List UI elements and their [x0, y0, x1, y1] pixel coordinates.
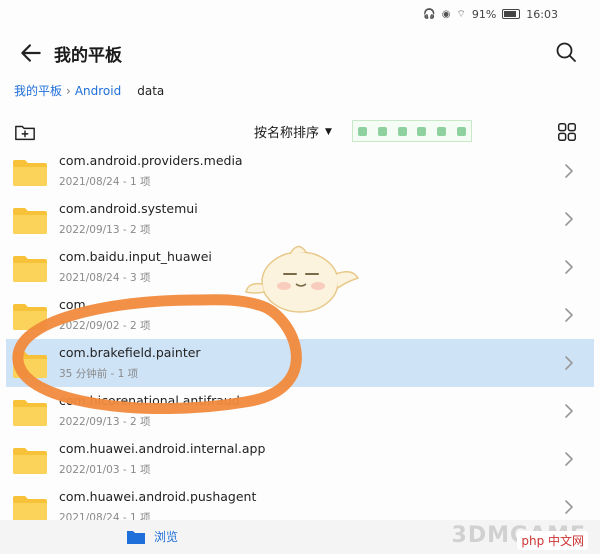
mini-tool-icon[interactable]: [397, 126, 407, 136]
chevron-right-icon: [565, 404, 573, 418]
folder-icon: [13, 208, 47, 234]
file-name: com.brakefield.painter: [59, 345, 201, 360]
battery-icon: [502, 9, 521, 19]
file-meta: 2022/09/13 - 2 项: [59, 416, 151, 428]
file-meta: 2022/09/02 - 2 项: [59, 320, 151, 332]
folder-icon: [127, 530, 145, 544]
mini-tool-icon[interactable]: [417, 126, 427, 136]
file-row[interactable]: com.android.providers.media 2021/08/24 - …: [0, 147, 600, 195]
mascot-illustration: [245, 245, 360, 313]
page-title: 我的平板: [54, 46, 122, 66]
file-name: com.huawei.android.internal.app: [59, 441, 266, 456]
wifi-icon: ⌔: [456, 8, 466, 20]
chevron-right-icon: [565, 452, 573, 466]
mini-tool-icon[interactable]: [377, 126, 387, 136]
app-header: 我的平板: [0, 36, 600, 70]
battery-percent: 91%: [471, 7, 497, 21]
clock: 16:03: [526, 7, 558, 21]
folder-icon: [13, 256, 47, 282]
breadcrumb-current: data: [137, 83, 165, 98]
chevron-right-icon: [565, 260, 573, 274]
folder-icon: [13, 496, 47, 522]
breadcrumb: 我的平板 › Android data: [14, 82, 164, 99]
file-name: com.baidu.input_huawei: [59, 249, 212, 264]
search-icon[interactable]: [554, 40, 578, 64]
chevron-right-icon: [565, 212, 573, 226]
new-folder-icon[interactable]: [14, 121, 36, 143]
file-name: com.hicorenational.antifraud: [59, 393, 240, 408]
file-name: com.android.providers.media: [59, 153, 243, 168]
sort-label: 按名称排序: [254, 126, 320, 141]
caret-down-icon: ▼: [325, 126, 332, 137]
file-meta: 2021/08/24 - 3 项: [59, 272, 151, 284]
file-name: com.huawei.android.pushagent: [59, 489, 257, 504]
site-watermark-secondary: php 中文网: [517, 531, 588, 550]
file-row[interactable]: com.huawei.android.internal.app 2022/01/0…: [0, 435, 600, 483]
folder-icon: [13, 160, 47, 186]
chevron-right-icon: [565, 164, 573, 178]
file-meta: 2022/09/13 - 2 项: [59, 224, 151, 236]
breadcrumb-separator-icon: ›: [66, 83, 71, 98]
folder-icon: [13, 352, 47, 378]
grid-view-icon[interactable]: [556, 121, 578, 143]
floating-mini-toolbar: [352, 120, 472, 142]
folder-icon: [13, 400, 47, 426]
chevron-right-icon: [565, 356, 573, 370]
file-row[interactable]: com.brakefield.painter 35 分钟前 - 1 项: [6, 339, 594, 387]
file-name: com.android.systemui: [59, 201, 198, 216]
file-list: com.android.providers.media 2021/08/24 - …: [0, 147, 600, 531]
breadcrumb-android[interactable]: Android: [75, 84, 121, 98]
chevron-right-icon: [565, 308, 573, 322]
file-meta: 2022/01/03 - 1 项: [59, 464, 151, 476]
bottom-bar: 浏览 3DMGAME php 中文网: [0, 520, 600, 554]
eye-icon: ◉: [441, 8, 451, 20]
file-meta: 35 分钟前 - 1 项: [59, 368, 139, 380]
mini-tool-icon[interactable]: [436, 126, 446, 136]
status-bar: 🎧 ◉ ⌔ 91% 16:03: [0, 0, 600, 28]
breadcrumb-my-tablet[interactable]: 我的平板: [14, 82, 62, 99]
chevron-right-icon: [565, 500, 573, 514]
browse-label: 浏览: [154, 530, 179, 544]
browse-button[interactable]: 浏览: [126, 528, 178, 545]
mini-tool-icon[interactable]: [456, 126, 466, 136]
headphones-icon: 🎧: [423, 8, 436, 20]
folder-icon: [13, 448, 47, 474]
file-name: com.: [59, 297, 90, 312]
sort-button[interactable]: 按名称排序 ▼: [254, 122, 332, 141]
file-row[interactable]: com.hicorenational.antifraud 2022/09/13 -…: [0, 387, 600, 435]
folder-icon: [13, 304, 47, 330]
back-arrow-icon[interactable]: [18, 40, 44, 66]
toolbar: 按名称排序 ▼: [0, 118, 600, 146]
file-meta: 2021/08/24 - 1 项: [59, 176, 151, 188]
mini-tool-icon[interactable]: [358, 126, 368, 136]
